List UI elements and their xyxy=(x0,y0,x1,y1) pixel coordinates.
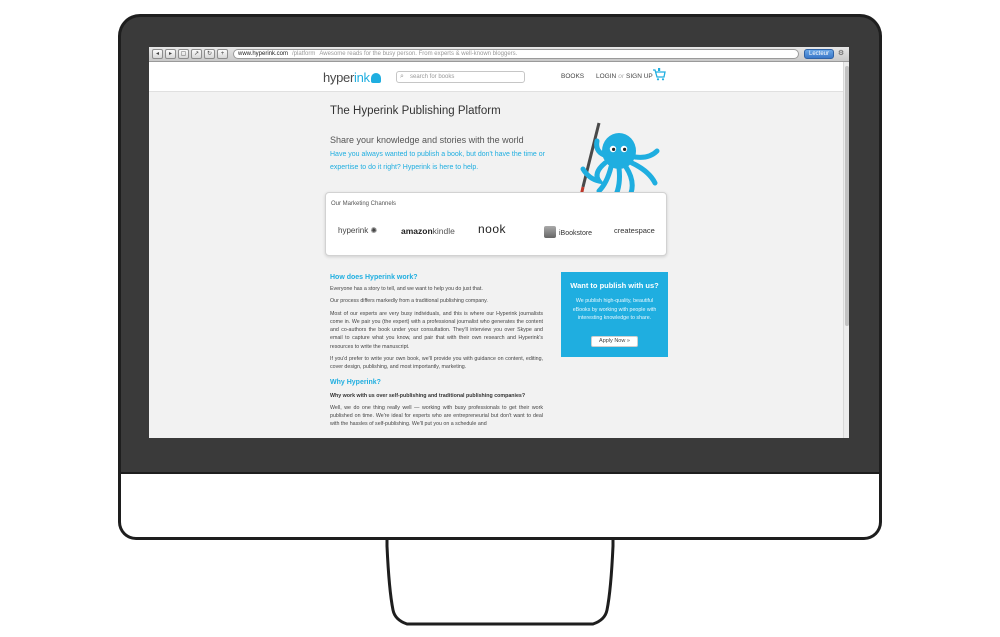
reload-icon[interactable]: ↻ xyxy=(204,49,215,59)
screen: ◂ ▸ ▢ ↗ ↻ + www.hyperink.com /platform A… xyxy=(149,47,849,438)
channel-amazon-kindle-logo: amazonkindle xyxy=(401,226,455,236)
login-link[interactable]: LOGIN xyxy=(596,73,616,80)
channel-createspace-logo: createspace xyxy=(614,226,655,235)
logo-accent: ink xyxy=(354,70,370,85)
search-placeholder: search for books xyxy=(410,74,455,80)
apply-now-button[interactable]: Apply Now » xyxy=(591,336,638,347)
channel-hyperink-label: hyperink xyxy=(338,226,369,235)
tabs-icon[interactable]: ▢ xyxy=(178,49,189,59)
bookmark-icon[interactable]: + xyxy=(217,49,228,59)
browser-toolbar: ◂ ▸ ▢ ↗ ↻ + www.hyperink.com /platform A… xyxy=(149,47,849,62)
channel-ibookstore-label: iBookstore xyxy=(559,230,593,237)
settings-icon[interactable]: ⚙ xyxy=(836,49,846,59)
address-bar[interactable]: www.hyperink.com /platform Awesome reads… xyxy=(233,49,799,59)
page-heading: The Hyperink Publishing Platform xyxy=(330,105,501,117)
url-path: /platform xyxy=(292,51,316,57)
article-paragraph: Our process differs markedly from a trad… xyxy=(330,298,488,305)
search-icon: ⌕ xyxy=(400,73,404,80)
site-logo[interactable]: hyperink xyxy=(323,70,381,85)
article-heading-why: Why Hyperink? xyxy=(330,378,381,386)
article-bold-question: Why work with us over self-publishing an… xyxy=(330,392,526,399)
channel-ibookstore-logo: iBookstore xyxy=(544,226,592,238)
article-paragraph: If you'd prefer to write your own book, … xyxy=(330,356,543,371)
page-title: Awesome reads for the busy person. From … xyxy=(319,51,518,57)
channel-amazon-label: amazon xyxy=(401,226,433,236)
promo-text: We publish high-quality, beautiful eBook… xyxy=(572,298,657,321)
forward-icon[interactable]: ▸ xyxy=(165,49,176,59)
or-label: or xyxy=(618,73,625,80)
site-header: hyperink ⌕ search for books BOOKS LOGIN o… xyxy=(149,62,849,92)
marketing-channels-panel: Our Marketing Channels hyperink ✺ amazon… xyxy=(325,192,667,256)
nav-auth: LOGIN or SIGN UP xyxy=(596,73,653,80)
channels-title: Our Marketing Channels xyxy=(331,201,397,207)
hero-tagline: Share your knowledge and stories with th… xyxy=(330,135,524,145)
article-paragraph: Well, we do one thing really well — work… xyxy=(330,404,543,428)
share-icon[interactable]: ↗ xyxy=(191,49,202,59)
article-paragraph: Everyone has a story to tell, and we wan… xyxy=(330,286,483,292)
article-heading-how: How does Hyperink work? xyxy=(330,274,418,281)
reader-button[interactable]: Lecteur xyxy=(803,49,834,59)
cart-icon[interactable] xyxy=(652,68,666,81)
channel-hyperink-logo: hyperink ✺ xyxy=(338,226,378,235)
monitor-chin xyxy=(118,472,882,540)
channel-kindle-label: kindle xyxy=(432,226,455,236)
ibooks-icon xyxy=(544,226,556,238)
page-content: The Hyperink Publishing Platform Share y… xyxy=(149,93,849,438)
back-icon[interactable]: ◂ xyxy=(152,49,163,59)
search-input[interactable]: ⌕ search for books xyxy=(396,71,525,83)
channel-nook-logo: nook xyxy=(478,222,507,236)
promo-title: Want to publish with us? xyxy=(570,281,659,290)
url-text: www.hyperink.com xyxy=(238,51,289,57)
nav-books-link[interactable]: BOOKS xyxy=(561,73,584,80)
article-paragraph: Most of our experts are very busy indivi… xyxy=(330,310,543,350)
article: How does Hyperink work? Everyone has a s… xyxy=(330,274,543,433)
hero-intro: Have you always wanted to publish a book… xyxy=(330,151,545,171)
octopus-logo-icon xyxy=(370,73,381,83)
page-scrollbar[interactable] xyxy=(843,62,849,438)
monitor-stand xyxy=(385,540,615,626)
scrollbar-thumb[interactable] xyxy=(845,66,849,326)
signup-link[interactable]: SIGN UP xyxy=(626,73,653,80)
publish-promo-box: Want to publish with us? We publish high… xyxy=(561,272,668,357)
logo-text: hyper xyxy=(323,70,355,85)
